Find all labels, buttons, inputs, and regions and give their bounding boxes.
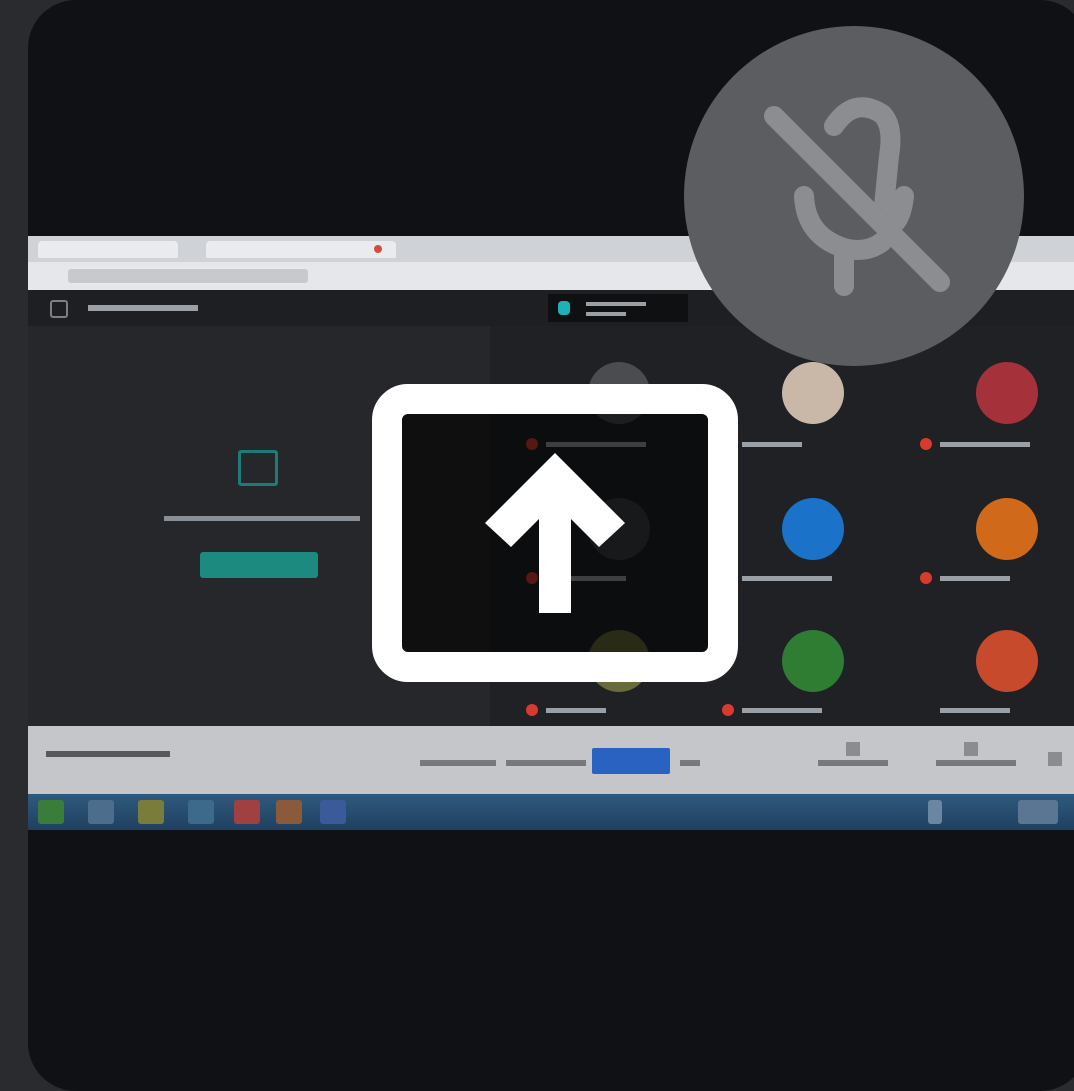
browser-tab bbox=[38, 241, 178, 258]
present-screen-icon bbox=[372, 384, 738, 682]
participant-mic-off-icon bbox=[526, 704, 538, 716]
captions-icon bbox=[846, 742, 860, 756]
taskbar-app-icon bbox=[188, 800, 214, 824]
tab-close-icon bbox=[374, 245, 382, 253]
chip-text bbox=[586, 312, 626, 316]
browser-tab bbox=[206, 241, 396, 258]
participant-avatar bbox=[976, 630, 1038, 692]
participant-name bbox=[742, 576, 832, 581]
meeting-logo-icon bbox=[50, 300, 68, 318]
control-label bbox=[818, 760, 888, 766]
control-label bbox=[680, 760, 700, 766]
participant-avatar bbox=[976, 362, 1038, 424]
control-label bbox=[936, 760, 1016, 766]
mic-off-badge bbox=[684, 26, 1024, 366]
more-options-icon bbox=[1048, 752, 1062, 766]
presenter-icon bbox=[558, 301, 570, 315]
control-label bbox=[506, 760, 586, 766]
participant-name bbox=[742, 708, 822, 713]
participant-name bbox=[940, 708, 1010, 713]
tray-clock bbox=[1018, 800, 1058, 824]
meeting-details-text bbox=[46, 751, 170, 757]
control-label bbox=[420, 760, 496, 766]
os-taskbar bbox=[28, 794, 1074, 830]
taskbar-app-icon bbox=[320, 800, 346, 824]
participant-tile[interactable] bbox=[28, 0, 1074, 1091]
participant-name bbox=[940, 442, 1030, 447]
present-panel-text bbox=[164, 516, 360, 521]
control-chip bbox=[592, 748, 670, 774]
participant-mic-off-icon bbox=[920, 438, 932, 450]
participant-name bbox=[546, 708, 606, 713]
start-icon bbox=[38, 800, 64, 824]
participant-mic-off-icon bbox=[920, 572, 932, 584]
arrow-up-icon bbox=[485, 453, 625, 613]
participant-name bbox=[742, 442, 802, 447]
participant-avatar bbox=[782, 362, 844, 424]
taskbar-app-icon bbox=[138, 800, 164, 824]
participant-avatar bbox=[782, 630, 844, 692]
tray-icon bbox=[928, 800, 942, 824]
taskbar-app-icon bbox=[276, 800, 302, 824]
taskbar-app-icon bbox=[234, 800, 260, 824]
present-now-button bbox=[200, 552, 318, 578]
participant-avatar bbox=[976, 498, 1038, 560]
present-now-icon bbox=[238, 450, 278, 486]
mic-off-icon bbox=[764, 97, 950, 296]
present-icon bbox=[964, 742, 978, 756]
meeting-title bbox=[88, 305, 198, 311]
participant-avatar bbox=[782, 498, 844, 560]
meeting-controls-bar bbox=[28, 726, 1074, 794]
chip-text bbox=[586, 302, 646, 306]
address-field bbox=[68, 269, 308, 283]
participant-name bbox=[940, 576, 1010, 581]
header-participant-chip bbox=[548, 294, 688, 322]
taskbar-app-icon bbox=[88, 800, 114, 824]
participant-mic-off-icon bbox=[722, 704, 734, 716]
